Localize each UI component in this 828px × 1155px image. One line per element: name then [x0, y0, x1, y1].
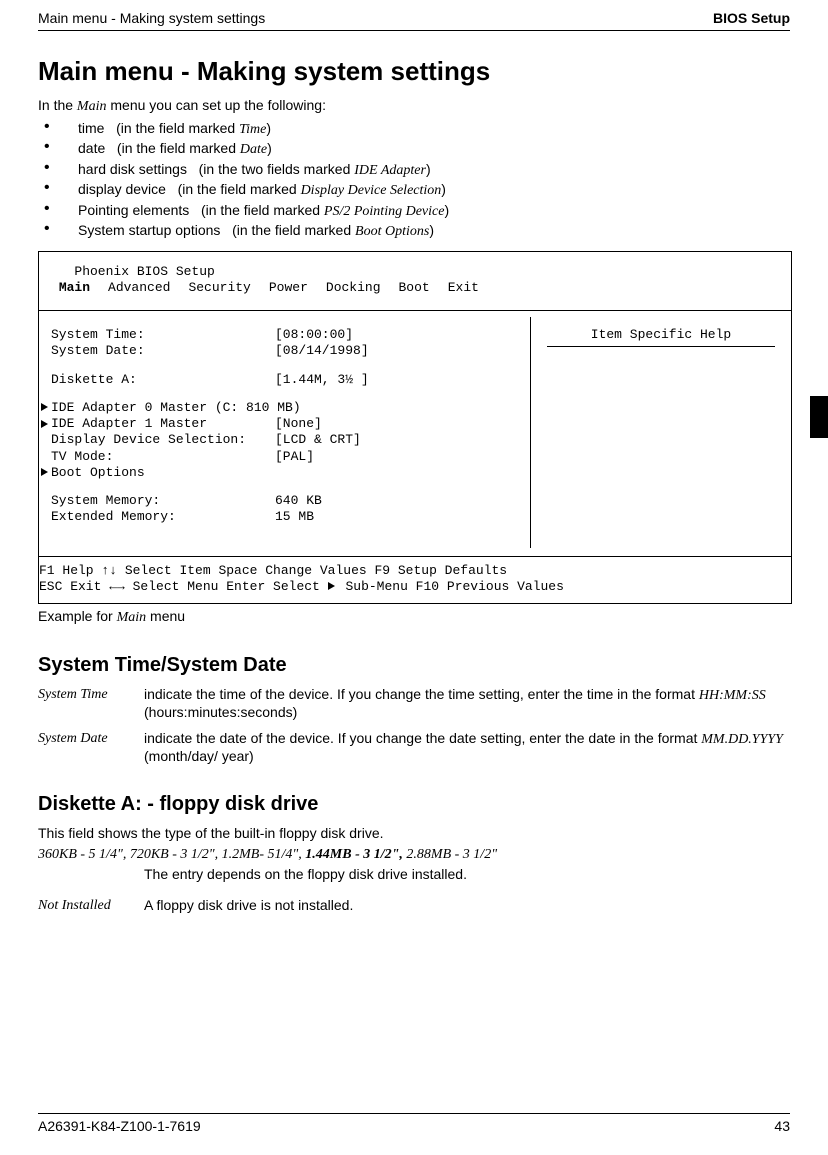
heading-system-time-date: System Time/System Date — [38, 653, 790, 678]
bios-footer: F1 Help ↑↓ Select Item Space Change Valu… — [39, 556, 791, 604]
bios-tab-exit[interactable]: Exit — [448, 280, 479, 295]
bios-left-pane: System Time: [08:00:00] System Date: [08… — [39, 317, 531, 548]
bios-tab-docking[interactable]: Docking — [326, 280, 381, 295]
extended-memory-row: Extended Memory: 15 MB — [51, 509, 518, 525]
heading-diskette-a: Diskette A: - floppy disk drive — [38, 792, 790, 817]
help-rule — [547, 346, 775, 347]
diskette-intro: This field shows the type of the built-i… — [38, 825, 790, 843]
def-not-installed: Not Installed A floppy disk drive is not… — [38, 897, 790, 915]
bios-screen: Phoenix BIOS Setup Main Advanced Security P… — [38, 251, 792, 605]
bios-footer-line1: F1 Help ↑↓ Select Item Space Change Valu… — [39, 563, 791, 579]
bios-caption: Example for Main menu — [38, 608, 790, 627]
bios-footer-line2: ESC Exit ←→ Select Menu Enter Select Sub… — [39, 579, 791, 595]
def-system-date: System Date indicate the date of the dev… — [38, 730, 790, 766]
submenu-arrow-icon — [328, 582, 335, 590]
diskette-a-row[interactable]: Diskette A: [1.44M, 3½ ] — [51, 372, 518, 388]
bios-help-pane: Item Specific Help — [531, 317, 791, 548]
ide-adapter-0-row[interactable]: IDE Adapter 0 Master (C: 810 MB) — [41, 400, 518, 416]
system-date-row[interactable]: System Date: [08/14/1998] — [51, 343, 518, 359]
bios-tab-main[interactable]: Main — [59, 280, 90, 295]
bios-tab-security[interactable]: Security — [188, 280, 250, 295]
system-memory-row: System Memory: 640 KB — [51, 493, 518, 509]
boot-options-row[interactable]: Boot Options — [41, 465, 518, 481]
def-system-time: System Time indicate the time of the dev… — [38, 686, 790, 722]
system-time-row[interactable]: System Time: [08:00:00] — [51, 327, 518, 343]
header-rule — [38, 30, 790, 31]
help-title: Item Specific Help — [543, 327, 779, 343]
diskette-option-desc: The entry depends on the floppy disk dri… — [144, 866, 790, 884]
bios-tab-power[interactable]: Power — [269, 280, 308, 295]
intro-paragraph: In the Main menu you can set up the foll… — [38, 97, 790, 116]
bios-header-section: Phoenix BIOS Setup Main Advanced Security P… — [39, 252, 791, 311]
tv-mode-row[interactable]: TV Mode: [PAL] — [51, 449, 518, 465]
footer-docnum: A26391-K84-Z100-1-7619 — [38, 1118, 201, 1136]
bios-title: Phoenix BIOS Setup — [39, 258, 791, 280]
submenu-arrow-icon — [41, 403, 48, 411]
bios-menu-bar: Main Advanced Security Power Docking Boot Exit — [39, 280, 791, 302]
list-item: hard disk settings (in the two fields ma… — [38, 161, 790, 180]
bios-tab-boot[interactable]: Boot — [399, 280, 430, 295]
submenu-arrow-icon — [41, 468, 48, 476]
bios-tab-advanced[interactable]: Advanced — [108, 280, 170, 295]
page-footer: A26391-K84-Z100-1-7619 43 — [38, 1113, 790, 1146]
list-item: System startup options (in the field mar… — [38, 222, 790, 241]
thumb-tab — [810, 396, 828, 438]
submenu-arrow-icon — [41, 420, 48, 428]
header-left: Main menu - Making system settings — [38, 10, 265, 28]
list-item: Pointing elements (in the field marked P… — [38, 202, 790, 221]
ide-adapter-1-row[interactable]: IDE Adapter 1 Master [None] — [41, 416, 518, 432]
bullet-list: time (in the field marked Time) date (in… — [38, 120, 790, 241]
page-header: Main menu - Making system settings BIOS … — [38, 10, 790, 30]
list-item: date (in the field marked Date) — [38, 140, 790, 159]
header-right: BIOS Setup — [713, 10, 790, 28]
bios-body: System Time: [08:00:00] System Date: [08… — [39, 310, 791, 556]
footer-pagenum: 43 — [774, 1118, 790, 1136]
list-item: display device (in the field marked Disp… — [38, 181, 790, 200]
diskette-options: 360KB - 5 1/4", 720KB - 3 1/2", 1.2MB- 5… — [38, 846, 790, 864]
list-item: time (in the field marked Time) — [38, 120, 790, 139]
page-title: Main menu - Making system settings — [38, 55, 790, 88]
display-device-selection-row[interactable]: Display Device Selection: [LCD & CRT] — [51, 432, 518, 448]
